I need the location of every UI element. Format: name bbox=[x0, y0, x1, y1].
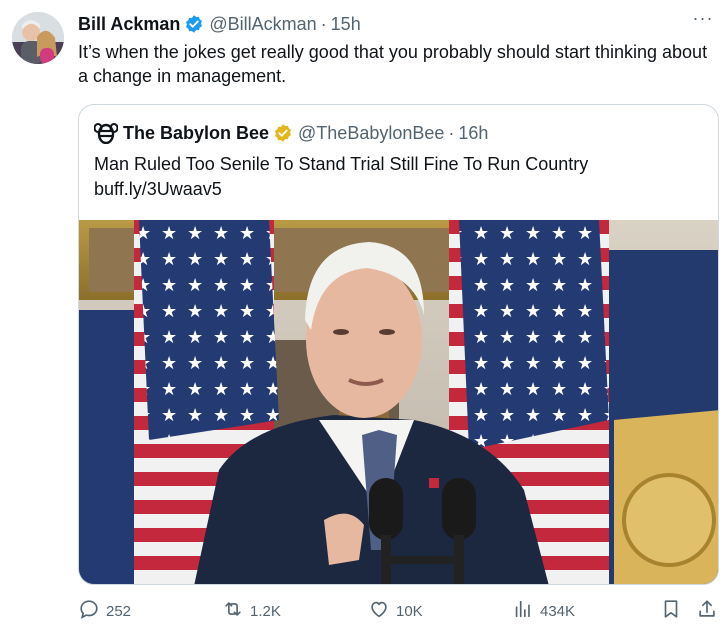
quoted-tweet-text: Man Ruled Too Senile To Stand Trial Stil… bbox=[94, 152, 704, 202]
verified-badge-icon[interactable] bbox=[184, 14, 204, 34]
quoted-tweet[interactable]: The Babylon Bee @TheBabylonBee · 16h Man… bbox=[78, 104, 719, 585]
tweet-header: Bill Ackman @BillAckman · 15h bbox=[78, 12, 361, 36]
reply-count: 252 bbox=[106, 602, 132, 620]
reply-icon bbox=[78, 598, 106, 624]
quoted-tweet-header: The Babylon Bee @TheBabylonBee · 16h bbox=[93, 121, 488, 145]
views-count: 434K bbox=[540, 602, 576, 620]
quoted-author-handle[interactable]: @TheBabylonBee bbox=[298, 123, 444, 144]
repost-icon bbox=[222, 598, 250, 624]
views-button[interactable]: 434K bbox=[512, 598, 575, 624]
babylon-bee-logo-icon bbox=[93, 122, 119, 145]
quoted-link[interactable]: buff.ly/3Uwaav5 bbox=[94, 177, 704, 202]
author-handle[interactable]: @BillAckman bbox=[209, 14, 316, 35]
timestamp[interactable]: 15h bbox=[331, 14, 361, 35]
avatar[interactable] bbox=[12, 12, 64, 64]
quoted-author-name[interactable]: The Babylon Bee bbox=[123, 123, 269, 144]
bookmark-icon bbox=[660, 598, 688, 624]
like-icon bbox=[368, 598, 396, 624]
author-name[interactable]: Bill Ackman bbox=[78, 14, 180, 35]
bookmark-button[interactable] bbox=[660, 598, 688, 624]
share-button[interactable] bbox=[696, 598, 724, 624]
tweet-actions: 252 1.2K 10K 434K bbox=[78, 598, 718, 624]
repost-count: 1.2K bbox=[250, 602, 281, 620]
quoted-tweet-image[interactable]: ★ bbox=[79, 220, 718, 584]
like-count: 10K bbox=[396, 602, 423, 620]
more-icon[interactable]: ··· bbox=[691, 9, 715, 34]
views-icon bbox=[512, 598, 540, 624]
quoted-timestamp[interactable]: 16h bbox=[458, 123, 488, 144]
reply-button[interactable]: 252 bbox=[78, 598, 131, 624]
repost-button[interactable]: 1.2K bbox=[222, 598, 281, 624]
gold-badge-icon[interactable] bbox=[273, 123, 293, 143]
quoted-headline: Man Ruled Too Senile To Stand Trial Stil… bbox=[94, 154, 589, 174]
separator: · bbox=[320, 13, 327, 34]
separator: · bbox=[448, 122, 455, 143]
share-icon bbox=[696, 598, 724, 624]
tweet-text: It’s when the jokes get really good that… bbox=[78, 42, 708, 86]
tweet[interactable]: Bill Ackman @BillAckman · 15h ··· It’s w… bbox=[0, 0, 727, 633]
like-button[interactable]: 10K bbox=[368, 598, 423, 624]
